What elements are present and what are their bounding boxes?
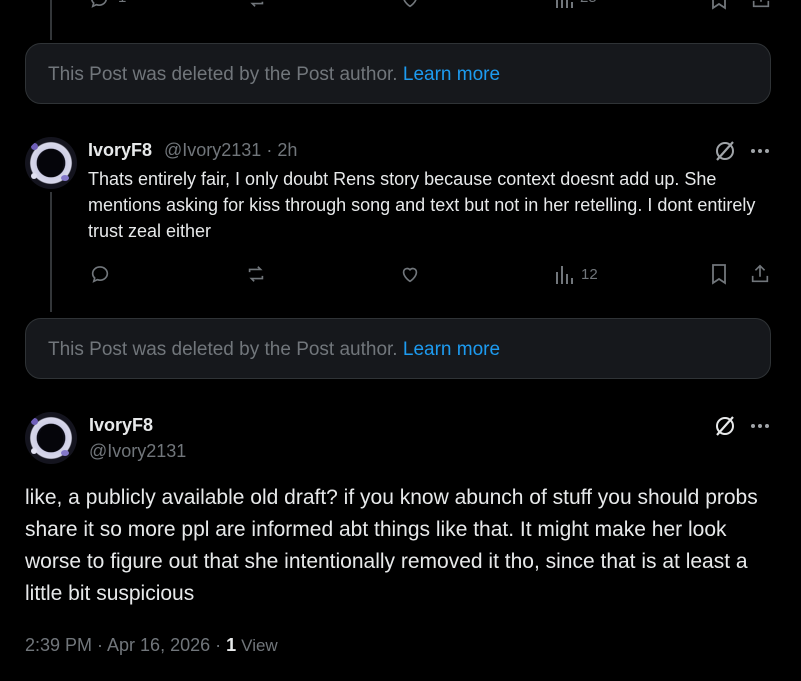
share-icon[interactable] [750,0,772,10]
learn-more-link[interactable]: Learn more [403,339,500,360]
reply-text: Thats entirely fair, I only doubt Rens s… [88,169,756,241]
deleted-post-notice: This Post was deleted by the Post author… [25,43,771,104]
main-author-name[interactable]: IvoryF8 [89,414,153,436]
bookmark-icon[interactable] [709,0,729,10]
views-icon[interactable] [554,264,574,286]
reply-icon[interactable] [88,0,110,10]
view-count: 25 [580,0,597,8]
reply-author-name[interactable]: IvoryF8 [88,139,152,161]
thread-line-middle [50,192,52,312]
post-thread-page: 1 25 This Post was deleted by the Post a… [0,0,801,681]
deleted-post-text: This Post was deleted by the Post author… [48,339,398,360]
more-options-icon[interactable] [750,148,770,154]
grok-icon[interactable] [713,139,737,163]
bookmark-icon[interactable] [709,263,729,285]
reply-icon[interactable] [89,263,111,285]
deleted-post-text: This Post was deleted by the Post author… [48,64,398,85]
share-icon[interactable] [749,263,771,285]
like-icon[interactable] [399,263,421,285]
thread-line-top [50,0,52,40]
grok-icon[interactable] [713,414,737,438]
like-icon[interactable] [399,0,421,10]
post-timestamp[interactable]: 2:39 PM · Apr 16, 2026 · [25,635,226,655]
reply-author-handle-time[interactable]: @Ivory2131 · 2h [164,139,297,161]
view-count: 12 [581,266,598,283]
views-number: 1 [226,635,237,655]
main-post-text: like, a publicly available old draft? if… [25,486,758,605]
avatar[interactable] [25,137,77,189]
views-icon[interactable] [554,0,574,10]
deleted-post-notice: This Post was deleted by the Post author… [25,318,771,379]
views-label: View [241,636,278,655]
main-author-handle[interactable]: @Ivory2131 [89,440,186,462]
repost-icon[interactable] [245,0,267,10]
more-options-icon[interactable] [750,423,770,429]
post-meta: 2:39 PM · Apr 16, 2026 · 1 View [25,632,278,659]
avatar[interactable] [25,412,77,464]
learn-more-link[interactable]: Learn more [403,64,500,85]
reply-count: 1 [118,0,126,8]
repost-icon[interactable] [245,263,267,285]
